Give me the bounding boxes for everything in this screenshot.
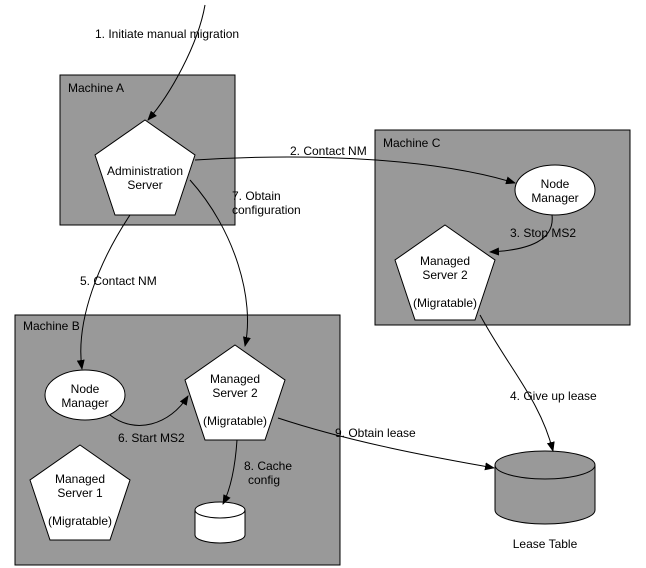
step-8-label-b: config bbox=[248, 473, 280, 487]
machine-a-label: Machine A bbox=[68, 81, 124, 95]
ms2c-label-3: (Migratable) bbox=[413, 296, 477, 310]
cache-config-cylinder bbox=[195, 502, 245, 543]
machine-b-label: Machine B bbox=[23, 319, 80, 333]
ms1-label-3: (Migratable) bbox=[48, 514, 112, 528]
step-8-label-a: 8. Cache bbox=[244, 459, 292, 473]
admin-server-label-1: Administration bbox=[107, 164, 183, 178]
migration-diagram: Machine A Machine B Machine C Administra… bbox=[0, 0, 646, 568]
step-7-label-a: 7. Obtain bbox=[232, 189, 281, 203]
step-7-label-b: configuration bbox=[232, 203, 301, 217]
lease-table-label: Lease Table bbox=[513, 537, 578, 551]
ms2c-label-2: Server 2 bbox=[422, 268, 468, 282]
lease-table-cylinder bbox=[495, 451, 595, 524]
step-3-label: 3. Stop MS2 bbox=[510, 226, 576, 240]
step-4-label: 4. Give up lease bbox=[510, 389, 597, 403]
ms1-label-1: Managed bbox=[55, 472, 105, 486]
ms2c-label-1: Managed bbox=[420, 254, 470, 268]
machine-c-label: Machine C bbox=[383, 136, 441, 150]
admin-server-label-2: Server bbox=[127, 178, 162, 192]
arrow-step-4 bbox=[480, 315, 553, 451]
ms1-label-2: Server 1 bbox=[57, 486, 103, 500]
ms2b-label-2: Server 2 bbox=[212, 386, 258, 400]
ms2b-label-3: (Migratable) bbox=[203, 414, 267, 428]
node-manager-c-label-1: Node bbox=[541, 177, 570, 191]
step-5-label: 5. Contact NM bbox=[80, 274, 157, 288]
ms2b-label-1: Managed bbox=[210, 372, 260, 386]
node-manager-b-label-2: Manager bbox=[61, 396, 108, 410]
step-6-label: 6. Start MS2 bbox=[118, 431, 185, 445]
step-2-label: 2. Contact NM bbox=[290, 144, 367, 158]
step-1-label: 1. Initiate manual migration bbox=[95, 27, 239, 41]
node-manager-c-label-2: Manager bbox=[531, 191, 578, 205]
step-9-label: 9. Obtain lease bbox=[335, 426, 416, 440]
node-manager-b-label-1: Node bbox=[71, 382, 100, 396]
